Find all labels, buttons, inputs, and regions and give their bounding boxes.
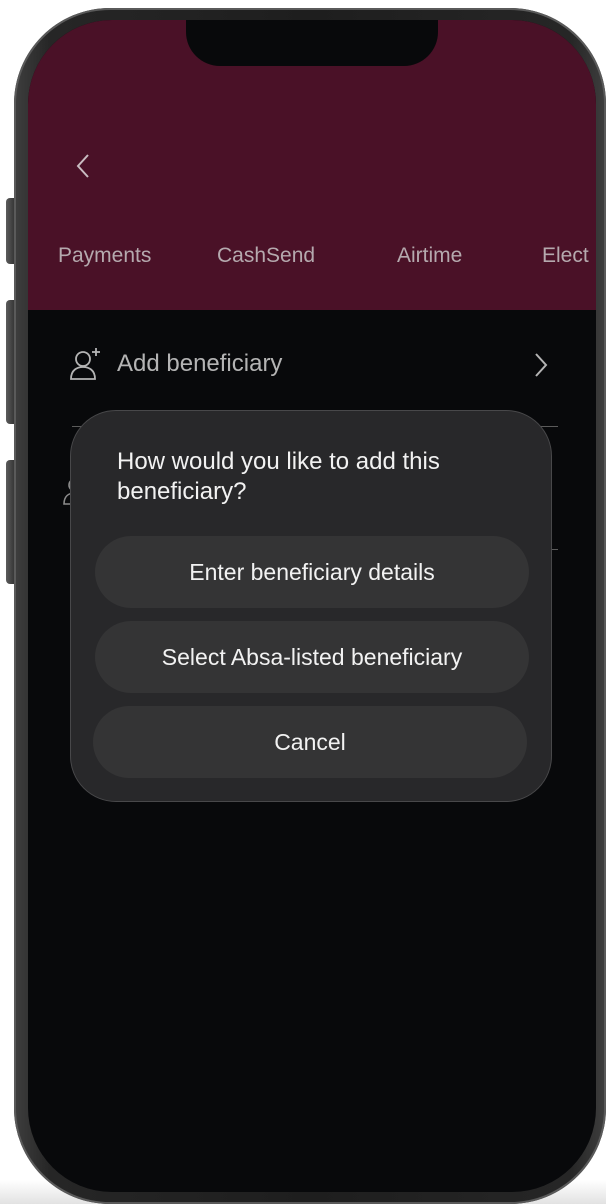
add-person-icon bbox=[70, 348, 100, 380]
tab-payments[interactable]: Payments bbox=[58, 244, 151, 268]
tab-electricity[interactable]: Elect bbox=[542, 244, 589, 268]
phone-screen: Payments CashSend Airtime Elect Add bene… bbox=[28, 20, 596, 1192]
back-button[interactable] bbox=[68, 148, 98, 184]
tab-cashsend[interactable]: CashSend bbox=[217, 244, 315, 268]
app-header: Payments CashSend Airtime Elect bbox=[28, 20, 596, 310]
camera-notch bbox=[186, 20, 438, 66]
dialog-title: How would you like to add this beneficia… bbox=[117, 448, 440, 505]
add-beneficiary-dialog: How would you like to add this beneficia… bbox=[70, 410, 552, 802]
chevron-left-icon bbox=[76, 154, 89, 178]
chevron-right-icon bbox=[535, 353, 548, 377]
add-beneficiary-row[interactable]: Add beneficiary bbox=[68, 334, 560, 394]
cancel-button[interactable]: Cancel bbox=[93, 706, 527, 778]
enter-details-button[interactable]: Enter beneficiary details bbox=[95, 536, 529, 608]
tab-airtime[interactable]: Airtime bbox=[397, 244, 462, 268]
add-beneficiary-label: Add beneficiary bbox=[117, 350, 283, 377]
select-listed-beneficiary-button[interactable]: Select Absa-listed beneficiary bbox=[95, 621, 529, 693]
